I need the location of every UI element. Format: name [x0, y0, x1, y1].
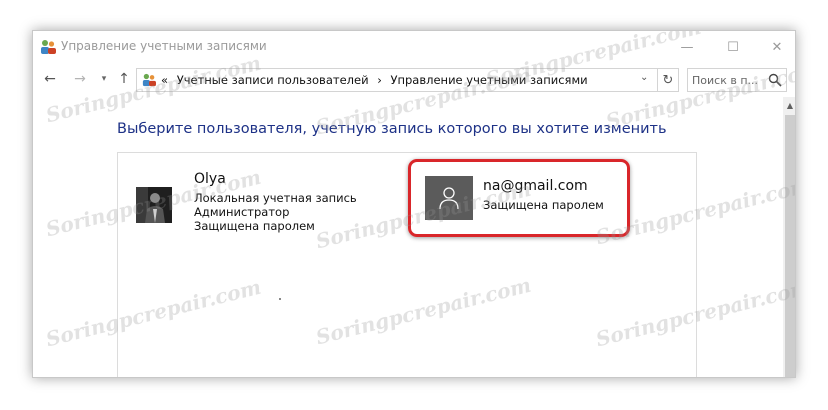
- search-input[interactable]: [692, 72, 764, 88]
- page-heading: Выберите пользователя, учетную запись ко…: [117, 121, 667, 137]
- avatar: [136, 187, 172, 223]
- user-photo-icon: [136, 187, 172, 223]
- close-button[interactable]: ✕: [757, 35, 795, 59]
- refresh-button[interactable]: ↻: [657, 68, 679, 92]
- user-name: Olya: [194, 171, 226, 187]
- search-icon[interactable]: [768, 73, 782, 87]
- user-avatar-icon: [439, 187, 459, 210]
- user-role: Администратор: [194, 205, 290, 219]
- avatar: [425, 176, 473, 220]
- window-title: Управление учетными записями: [61, 39, 267, 53]
- scroll-thumb[interactable]: [785, 115, 795, 377]
- chevron-down-icon[interactable]: ⌄: [640, 72, 648, 83]
- users-icon: [41, 40, 56, 54]
- user-tile-olya[interactable]: Olya Локальная учетная запись Администра…: [136, 171, 386, 241]
- address-bar[interactable]: « Учетные записи пользователей › Управле…: [136, 68, 658, 92]
- title-bar: Управление учетными записями — ☐ ✕: [33, 31, 795, 63]
- user-password-status: Защищена паролем: [194, 219, 315, 233]
- account-management-window: Управление учетными записями — ☐ ✕ ← → ▾…: [32, 30, 796, 378]
- breadcrumb: « Учетные записи пользователей › Управле…: [161, 73, 593, 87]
- user-email: na@gmail.com: [483, 178, 588, 194]
- user-password-status: Защищена паролем: [483, 198, 604, 212]
- stray-dot: [279, 298, 281, 300]
- user-account-type: Локальная учетная запись: [194, 191, 357, 205]
- forward-button[interactable]: →: [71, 69, 89, 89]
- search-box[interactable]: [687, 68, 787, 92]
- up-button[interactable]: ↑: [115, 69, 133, 89]
- user-tile-microsoft-account[interactable]: na@gmail.com Защищена паролем: [408, 159, 630, 237]
- users-icon: [142, 73, 156, 87]
- breadcrumb-item-manage-accounts[interactable]: Управление учетными записями: [390, 73, 587, 87]
- minimize-button[interactable]: —: [667, 35, 707, 59]
- breadcrumb-separator[interactable]: ›: [377, 73, 382, 87]
- users-panel: Olya Локальная учетная запись Администра…: [117, 152, 697, 377]
- breadcrumb-overflow[interactable]: «: [161, 73, 168, 87]
- vertical-scrollbar[interactable]: ▲: [783, 97, 795, 377]
- recent-locations-button[interactable]: ▾: [95, 69, 113, 89]
- scroll-up-button[interactable]: ▲: [783, 97, 795, 113]
- navigation-bar: ← → ▾ ↑ « Учетные записи пользователей ›…: [33, 67, 795, 93]
- maximize-button[interactable]: ☐: [713, 35, 753, 59]
- breadcrumb-item-user-accounts[interactable]: Учетные записи пользователей: [177, 73, 369, 87]
- back-button[interactable]: ←: [41, 69, 59, 89]
